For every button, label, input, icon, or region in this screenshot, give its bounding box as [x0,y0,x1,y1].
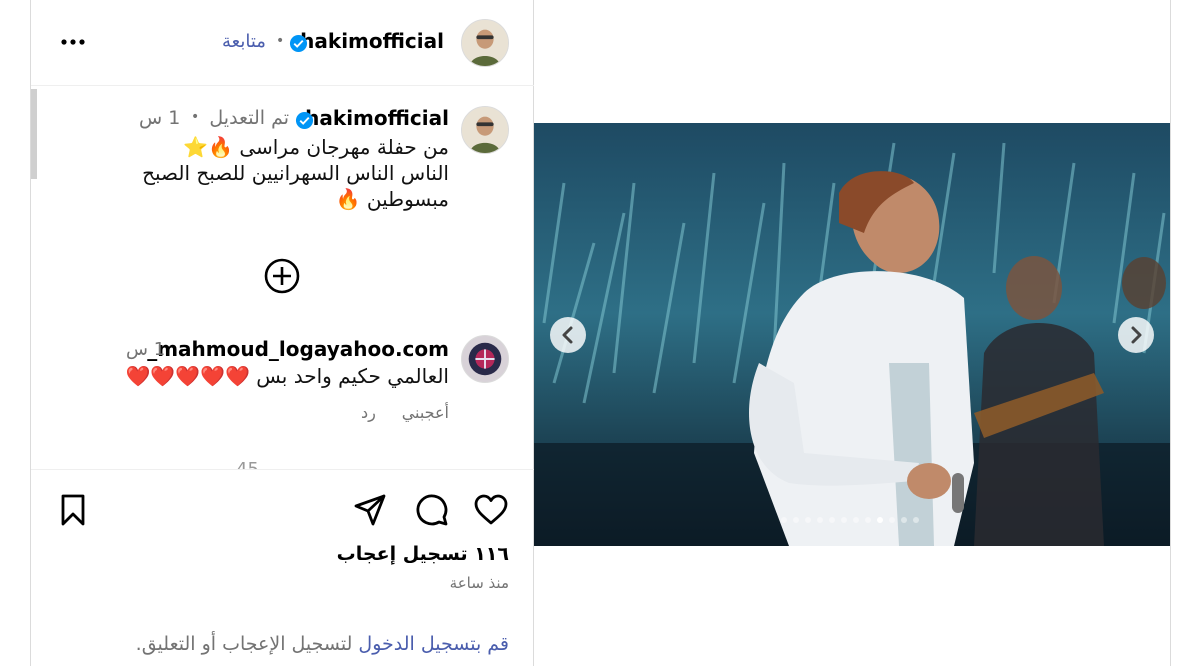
comments-section[interactable]: hakimofficial تم التعديل • 1 س من حفلة م… [31,87,534,469]
carousel-dot [901,517,907,523]
commenter-avatar[interactable] [461,335,509,383]
caption-author-avatar[interactable] [461,106,509,154]
header-separator: • [276,33,285,49]
carousel-dot [781,517,787,523]
login-link[interactable]: قم بتسجيل الدخول [358,633,509,655]
caption-line: من حفلة مهرجان مراسى 🔥⭐ [183,135,449,159]
carousel-dot [817,517,823,523]
caption-timestamp[interactable]: 1 س [139,107,180,129]
author-username[interactable]: hakimofficial [300,29,444,53]
caption-separator: • [191,109,200,125]
post-header: hakimofficial • متابعة [31,0,534,86]
commenter-username[interactable]: _mahmoud_logayahoo.com [147,337,449,361]
bookmark-icon[interactable] [55,492,91,528]
post-details-panel: hakimofficial • متابعة hakimofficial تم … [30,0,534,666]
carousel-indicator [781,517,919,525]
caption-username[interactable]: hakimofficial [305,106,449,130]
comments-scrollbar[interactable] [31,89,37,179]
carousel-dot [853,517,859,523]
comment-text: العالمي حكيم واحد بس ❤️❤️❤️❤️❤️ [125,364,449,388]
comment-icon[interactable] [413,492,449,528]
comment-reply-button[interactable]: رد [361,403,376,422]
likes-count[interactable]: ١١٦ تسجيل إعجاب [337,543,509,565]
post-time[interactable]: منذ ساعة [450,574,509,592]
chevron-right-icon [1131,326,1142,344]
comment-timestamp[interactable]: 1 س [126,339,165,360]
post-media-area [534,0,1171,666]
caption-text: من حفلة مهرجان مراسى 🔥⭐ الناس الناس السه… [109,134,449,212]
load-more-comments-icon[interactable] [264,258,300,294]
post-actions: ١١٦ تسجيل إعجاب منذ ساعة قم بتسجيل الدخو… [31,469,534,666]
comment-like-button[interactable]: أعجبني [402,403,449,422]
instagram-post-page: hakimofficial • متابعة hakimofficial تم … [0,0,1200,666]
carousel-dot [877,517,883,523]
login-prompt-text: لتسجيل الإعجاب أو التعليق. [135,633,359,655]
share-icon[interactable] [352,492,388,528]
carousel-prev-button[interactable] [550,317,586,353]
carousel-dot [865,517,871,523]
post-photo[interactable] [534,123,1170,546]
more-options-icon[interactable] [59,32,87,52]
verified-badge-icon [289,34,308,53]
heart-icon[interactable] [473,492,509,528]
caption-line: الناس الناس السهرانيين للصبح الصبح [142,161,449,185]
carousel-dot [913,517,919,523]
author-avatar[interactable] [461,19,509,67]
chevron-left-icon [562,326,573,344]
partial-comment-timestamp: 45 [236,459,259,469]
carousel-dot [793,517,799,523]
caption-verified-badge-icon [295,111,314,130]
carousel-dot [841,517,847,523]
caption-line: مبسوطين 🔥 [335,187,449,211]
carousel-next-button[interactable] [1118,317,1154,353]
carousel-dot [889,517,895,523]
carousel-dot [829,517,835,523]
edited-label: تم التعديل [209,107,289,129]
carousel-dot [805,517,811,523]
login-prompt: قم بتسجيل الدخول لتسجيل الإعجاب أو التعل… [136,633,509,655]
follow-button[interactable]: متابعة [222,31,266,52]
